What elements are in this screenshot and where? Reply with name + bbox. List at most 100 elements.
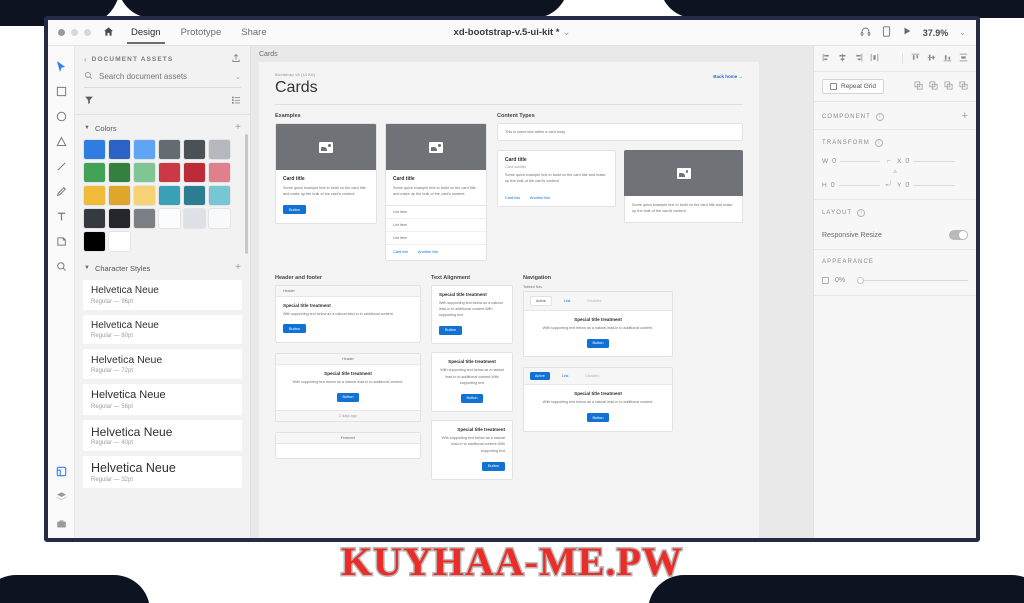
distribute-v-icon[interactable] bbox=[959, 53, 968, 64]
rectangle-tool[interactable] bbox=[50, 79, 72, 104]
color-swatch[interactable] bbox=[109, 186, 130, 205]
content-card-text[interactable]: Card title Card subtitle Some quick exam… bbox=[497, 150, 616, 223]
boolean-subtract-icon[interactable] bbox=[929, 81, 938, 92]
x-value[interactable]: 0 bbox=[905, 158, 909, 165]
color-swatch[interactable] bbox=[84, 186, 105, 205]
artboard-tool[interactable] bbox=[50, 229, 72, 254]
character-style-item[interactable]: Helvetica Neue Regular — 56pt bbox=[83, 384, 242, 415]
align-left-icon[interactable] bbox=[822, 53, 831, 64]
color-swatch[interactable] bbox=[184, 209, 205, 228]
distribute-h-icon[interactable] bbox=[870, 53, 879, 64]
polygon-tool[interactable] bbox=[50, 129, 72, 154]
tab-design[interactable]: Design bbox=[127, 22, 165, 44]
character-styles-group-header[interactable]: ▼ Character Styles + bbox=[75, 255, 250, 278]
header-footer-card-1[interactable]: Header Special title treatment With supp… bbox=[275, 284, 421, 343]
export-icon[interactable] bbox=[231, 53, 241, 66]
opacity-checkbox[interactable] bbox=[822, 277, 829, 284]
add-color-button[interactable]: + bbox=[235, 123, 241, 133]
color-swatch[interactable] bbox=[84, 209, 105, 228]
character-style-item[interactable]: Helvetica Neue Regular — 96pt bbox=[83, 280, 242, 310]
color-swatch[interactable] bbox=[209, 163, 230, 182]
color-swatch[interactable] bbox=[134, 186, 155, 205]
tab-link[interactable]: Link bbox=[557, 372, 574, 380]
tab-prototype[interactable]: Prototype bbox=[180, 22, 223, 44]
color-swatch[interactable] bbox=[209, 186, 230, 205]
card-button[interactable]: Button bbox=[283, 324, 306, 334]
color-swatch[interactable] bbox=[209, 209, 230, 228]
back-home-link[interactable]: Back home → bbox=[713, 74, 743, 79]
color-swatch[interactable] bbox=[159, 209, 180, 228]
close-button[interactable] bbox=[58, 29, 65, 36]
artboard-cards[interactable]: Bootstrap v5 (UI Kit) Cards Back home → … bbox=[259, 62, 759, 538]
color-swatch[interactable] bbox=[109, 232, 130, 251]
assets-panel-icon[interactable] bbox=[50, 459, 72, 484]
character-style-item[interactable]: Helvetica Neue Regular — 72pt bbox=[83, 349, 242, 380]
text-align-card-right[interactable]: Special title treatment With supporting … bbox=[431, 420, 513, 481]
slider-knob[interactable] bbox=[857, 277, 865, 284]
character-style-item[interactable]: Helvetica Neue Regular — 80pt bbox=[83, 314, 242, 344]
info-icon[interactable]: i bbox=[875, 112, 884, 121]
layers-panel-icon[interactable] bbox=[50, 484, 72, 509]
character-style-item[interactable]: Helvetica Neue Regular — 40pt bbox=[83, 419, 242, 452]
info-icon[interactable]: i bbox=[874, 139, 883, 147]
card-button[interactable]: Button bbox=[439, 325, 462, 335]
color-swatch[interactable] bbox=[159, 140, 180, 159]
device-preview-icon[interactable] bbox=[882, 25, 891, 40]
example-card-2[interactable]: Card title Some quick example text to bu… bbox=[385, 123, 487, 261]
responsive-resize-toggle[interactable] bbox=[949, 230, 968, 240]
height-field[interactable]: H 0 bbox=[822, 182, 880, 189]
search-filter-caret-icon[interactable]: ⌄ bbox=[235, 73, 241, 81]
color-swatch[interactable] bbox=[84, 163, 105, 182]
chevron-down-icon[interactable]: ▼ bbox=[84, 125, 90, 131]
color-swatch[interactable] bbox=[134, 140, 155, 159]
card-button[interactable]: Button bbox=[482, 461, 505, 471]
info-icon[interactable]: i bbox=[857, 209, 866, 217]
color-swatch[interactable] bbox=[184, 140, 205, 159]
chevron-down-icon[interactable]: ▼ bbox=[84, 265, 90, 271]
card-tabs[interactable]: Active Link Disabled bbox=[524, 368, 672, 386]
card-button[interactable]: Button bbox=[283, 205, 306, 214]
tab-active[interactable]: Active bbox=[530, 296, 552, 306]
content-card-image[interactable]: Some quick example text to build on the … bbox=[624, 150, 743, 223]
ellipse-tool[interactable] bbox=[50, 104, 72, 129]
color-swatch[interactable] bbox=[84, 232, 105, 251]
align-middle-icon[interactable] bbox=[927, 53, 936, 64]
color-swatch[interactable] bbox=[184, 163, 205, 182]
zoom-caret-icon[interactable]: ⌄ bbox=[959, 28, 966, 37]
color-swatch[interactable] bbox=[209, 140, 230, 159]
width-field[interactable]: W 0 bbox=[822, 158, 880, 165]
zoom-tool[interactable] bbox=[50, 254, 72, 279]
boolean-exclude-icon[interactable] bbox=[959, 81, 968, 92]
navigation-card-1[interactable]: Active Link Disabled Special title treat… bbox=[523, 291, 673, 358]
opacity-value[interactable]: 0% bbox=[835, 277, 845, 284]
width-value[interactable]: 0 bbox=[832, 158, 836, 165]
text-align-card-center[interactable]: Special title treatment With supporting … bbox=[431, 352, 513, 413]
card-link[interactable]: Card link bbox=[393, 250, 408, 254]
tab-link[interactable]: Link bbox=[559, 297, 576, 305]
filter-icon[interactable] bbox=[84, 95, 94, 108]
headphones-icon[interactable] bbox=[860, 26, 871, 40]
line-tool[interactable] bbox=[50, 154, 72, 179]
header-footer-card-3[interactable]: Featured bbox=[275, 432, 421, 460]
colors-group-header[interactable]: ▼ Colors + bbox=[75, 115, 250, 138]
card-button[interactable]: Button bbox=[586, 413, 610, 423]
boolean-ops-group[interactable] bbox=[914, 81, 968, 92]
character-style-item[interactable]: Helvetica Neue Regular — 32pt bbox=[83, 456, 242, 489]
repeat-grid-button[interactable]: Repeat Grid bbox=[822, 79, 885, 94]
another-link[interactable]: Another link bbox=[418, 250, 438, 254]
example-card-1[interactable]: Card title Some quick example text to bu… bbox=[275, 123, 377, 261]
card-link[interactable]: Card link bbox=[505, 196, 520, 200]
link-dimensions-icon[interactable]: ▵ bbox=[891, 167, 900, 175]
card-button[interactable]: Button bbox=[460, 393, 484, 403]
tab-share[interactable]: Share bbox=[240, 22, 267, 44]
assets-scrollbar[interactable] bbox=[245, 134, 248, 254]
align-bottom-icon[interactable] bbox=[943, 53, 952, 64]
assets-search-row[interactable]: ⌄ bbox=[84, 71, 241, 88]
rotate-icon[interactable]: ⤾ bbox=[884, 181, 893, 189]
text-align-card-left[interactable]: Special title treatment With supporting … bbox=[431, 284, 513, 345]
align-vertical-group[interactable] bbox=[902, 53, 968, 64]
play-icon[interactable] bbox=[902, 26, 912, 39]
color-swatch[interactable] bbox=[184, 186, 205, 205]
height-value[interactable]: 0 bbox=[831, 182, 835, 189]
color-swatch[interactable] bbox=[109, 140, 130, 159]
